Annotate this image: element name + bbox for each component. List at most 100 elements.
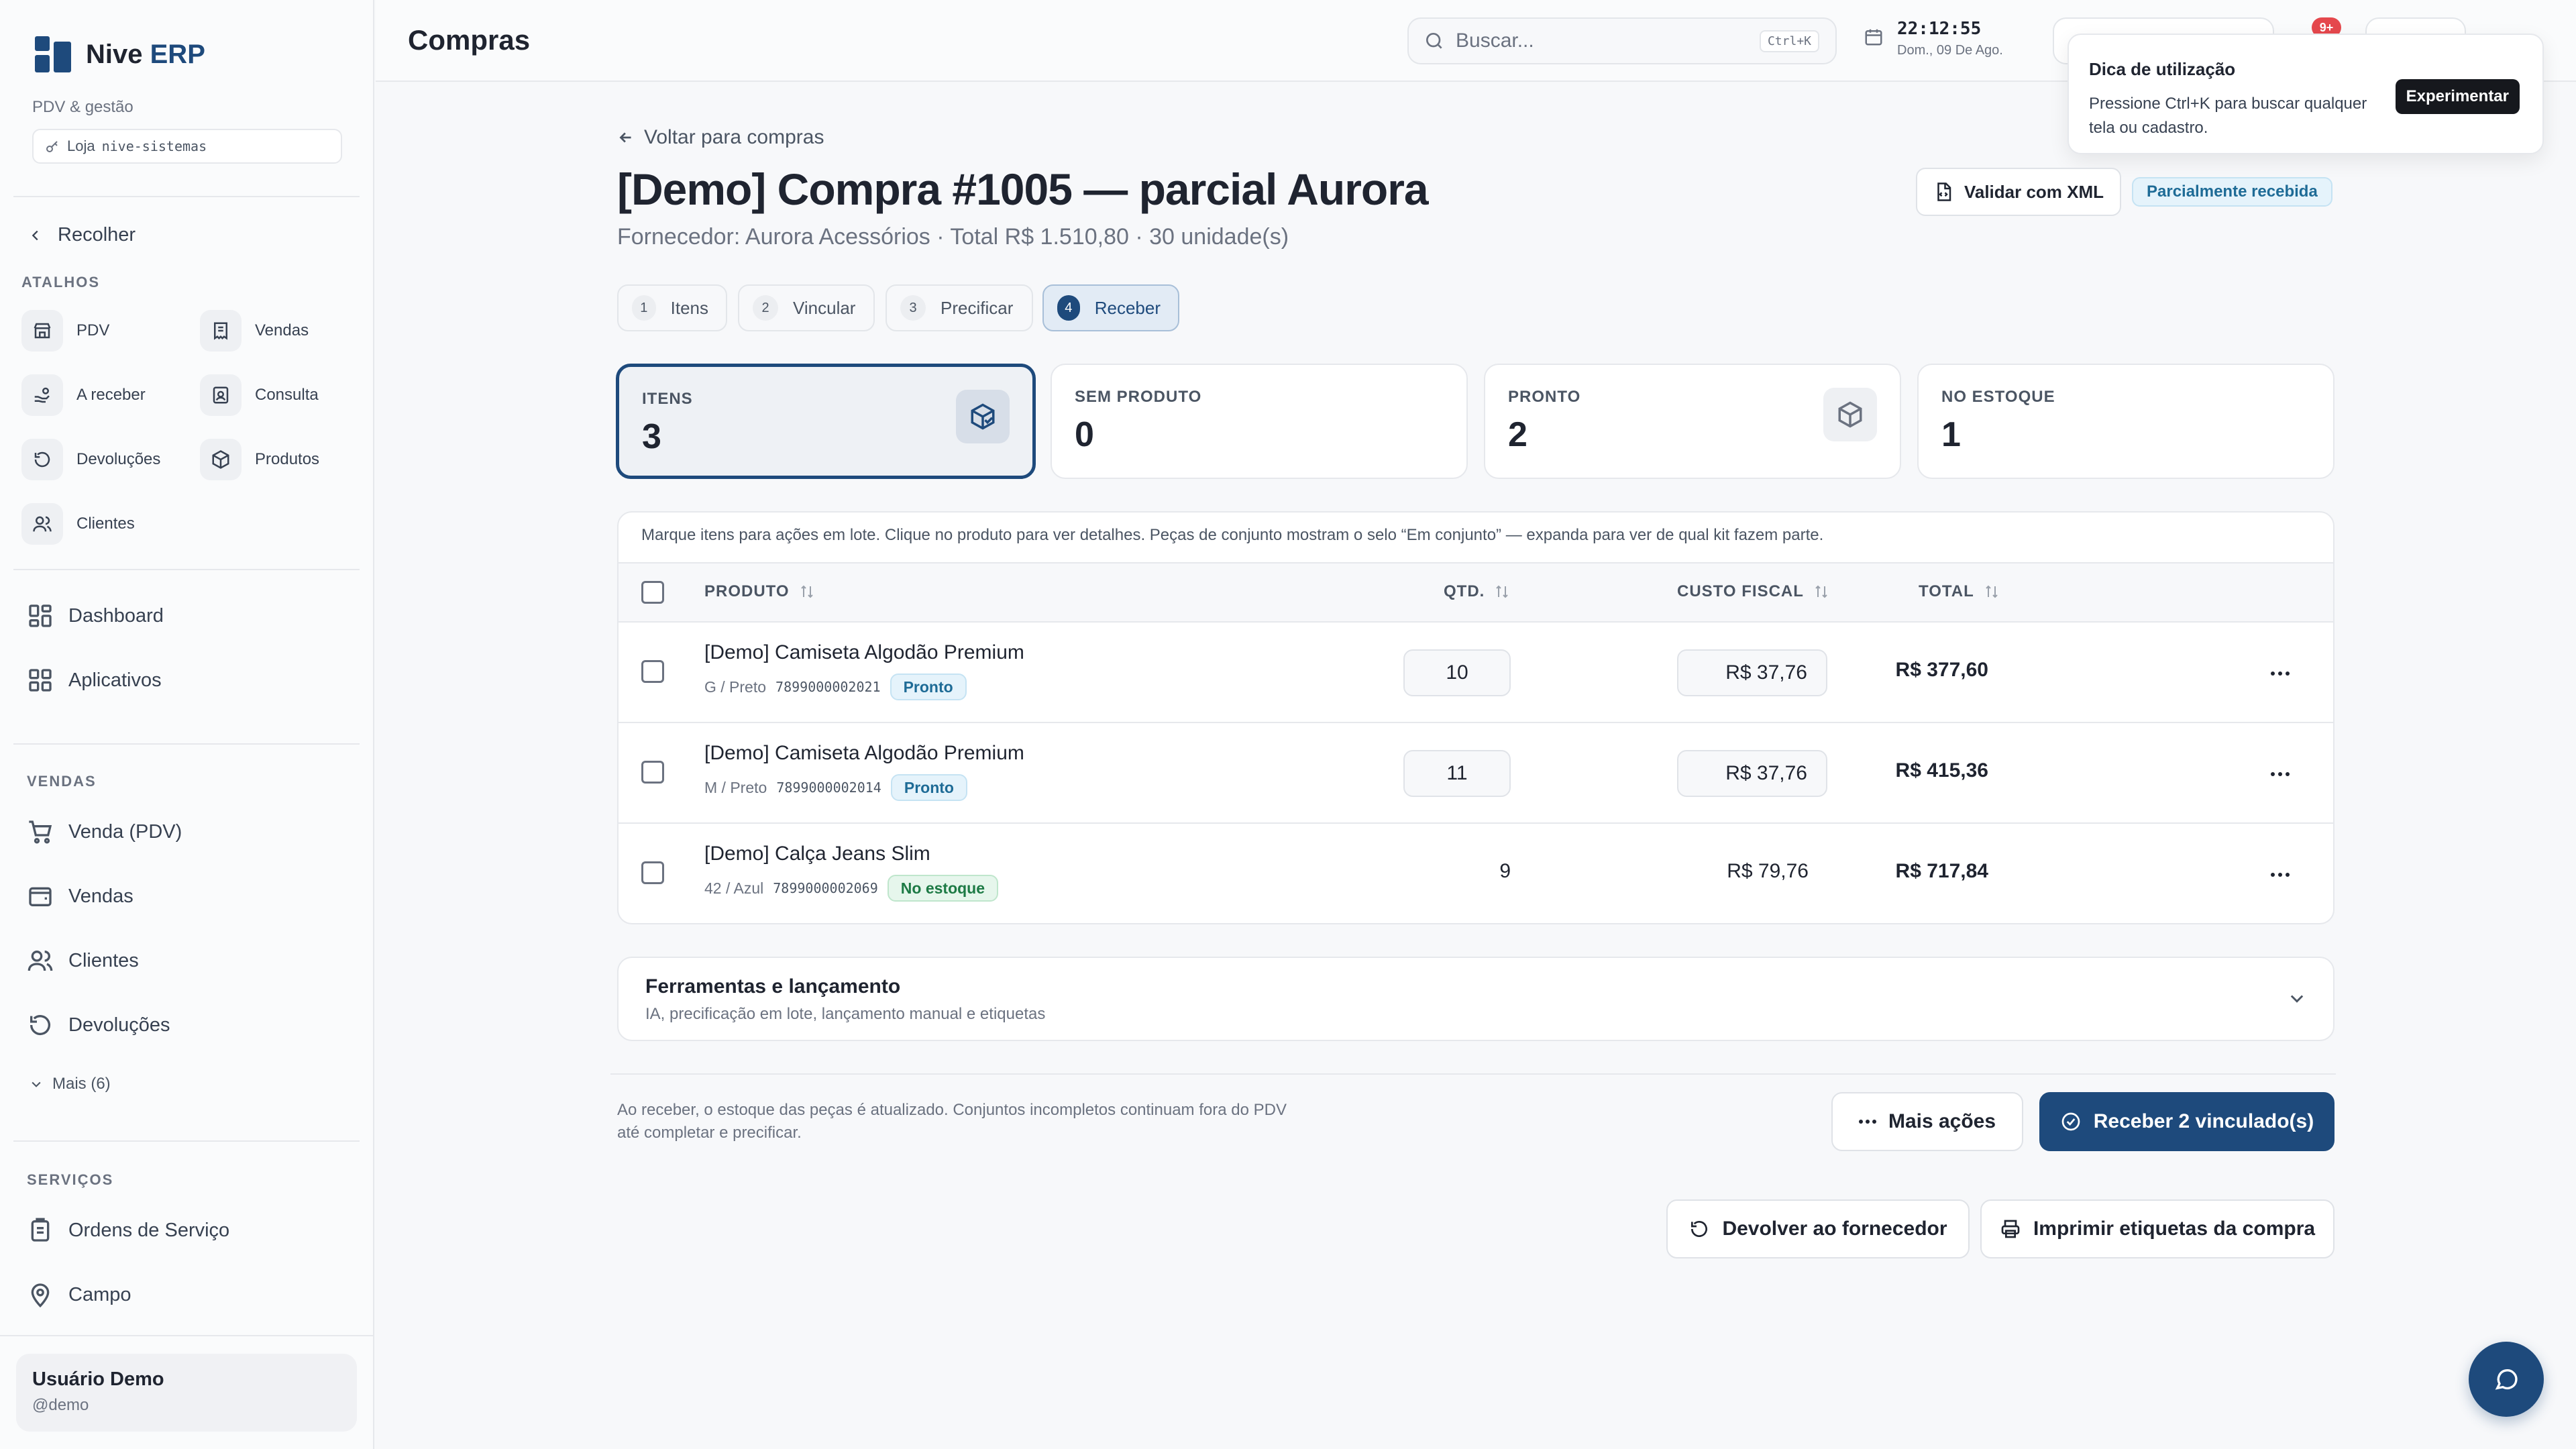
step-receber[interactable]: 4 Receber <box>1042 284 1179 331</box>
nav-vendas[interactable]: Vendas <box>27 883 133 910</box>
nav-campo[interactable]: Campo <box>27 1281 131 1308</box>
nav-devolucoes[interactable]: Devoluções <box>27 1012 170 1038</box>
return-to-supplier-button[interactable]: Devolver ao fornecedor <box>1666 1199 1970 1258</box>
chat-button[interactable] <box>2469 1342 2544 1417</box>
cost-input[interactable]: R$ 37,76 <box>1677 750 1827 797</box>
product-barcode: 7899000002069 <box>773 880 878 896</box>
store-icon <box>21 310 63 352</box>
shortcut-vendas[interactable]: Vendas <box>200 310 309 352</box>
receive-linked-button[interactable]: Receber 2 vinculado(s) <box>2039 1092 2334 1151</box>
more-label: Mais (6) <box>52 1075 111 1093</box>
table-header: PRODUTO QTD. CUSTO FISCAL TOTAL <box>619 562 2333 623</box>
map-pin-icon <box>27 1281 54 1308</box>
shortcuts-section-label: ATALHOS <box>21 274 101 290</box>
stat-value: 3 <box>642 417 661 456</box>
search-input[interactable]: Buscar... Ctrl+K <box>1407 17 1837 64</box>
col-qty-header[interactable]: QTD. <box>1444 582 1510 601</box>
collapse-sidebar-button[interactable]: Recolher <box>28 224 136 246</box>
tip-try-button[interactable]: Experimentar <box>2395 79 2520 114</box>
qty-input[interactable]: 11 <box>1403 750 1511 797</box>
step-number: 1 <box>632 295 656 321</box>
nav-dashboard[interactable]: Dashboard <box>27 602 164 629</box>
tools-accordion[interactable]: Ferramentas e lançamento IA, precificaçã… <box>617 957 2334 1041</box>
col-cost-header[interactable]: CUSTO FISCAL <box>1677 582 1829 601</box>
item-status-badge: Pronto <box>890 774 967 801</box>
more-items-toggle[interactable]: Mais (6) <box>30 1075 111 1093</box>
search-icon <box>1424 30 1445 52</box>
select-all-checkbox[interactable] <box>641 581 664 604</box>
more-horizontal-icon <box>1858 1119 1876 1124</box>
cost-input[interactable]: R$ 37,76 <box>1677 649 1827 696</box>
row-checkbox[interactable] <box>641 660 664 683</box>
nav-label: Clientes <box>68 949 139 971</box>
stat-card-sem-produto[interactable]: SEM PRODUTO 0 <box>1051 364 1468 479</box>
button-label: Receber 2 vinculado(s) <box>2093 1110 2314 1132</box>
nav-clientes[interactable]: Clientes <box>27 947 139 974</box>
table-hint: Marque itens para ações em lote. Clique … <box>641 526 1824 544</box>
button-label: Devolver ao fornecedor <box>1722 1218 1947 1240</box>
sales-section-label: VENDAS <box>27 773 97 790</box>
step-precificar[interactable]: 3 Precificar <box>885 284 1033 331</box>
user-name: Usuário Demo <box>32 1368 164 1390</box>
shortcut-a-receber[interactable]: A receber <box>21 374 146 416</box>
step-vincular[interactable]: 2 Vincular <box>738 284 875 331</box>
undo-circle-icon <box>21 439 63 480</box>
more-horizontal-icon[interactable] <box>2263 761 2297 788</box>
nav-ordens-servico[interactable]: Ordens de Serviço <box>27 1217 229 1244</box>
col-total-header[interactable]: TOTAL <box>1919 582 2000 601</box>
stat-value: 1 <box>1941 415 1961 454</box>
tools-subtitle: IA, precificação em lote, lançamento man… <box>645 1005 1046 1023</box>
id-card-icon <box>200 374 241 416</box>
undo-icon <box>1688 1218 1710 1240</box>
col-product-header[interactable]: PRODUTO <box>704 582 815 601</box>
chevron-down-icon <box>30 1077 43 1091</box>
row-checkbox[interactable] <box>641 761 664 784</box>
stat-card-pronto[interactable]: PRONTO 2 <box>1484 364 1901 479</box>
user-profile[interactable]: Usuário Demo @demo <box>16 1354 357 1432</box>
brand[interactable]: Nive ERP <box>34 35 205 74</box>
stat-label: SEM PRODUTO <box>1075 388 1202 406</box>
item-status-badge: Pronto <box>890 674 967 700</box>
store-selector[interactable]: Loja nive-sistemas <box>32 129 342 164</box>
stat-card-no-estoque[interactable]: NO ESTOQUE 1 <box>1917 364 2334 479</box>
nav-aplicativos[interactable]: Aplicativos <box>27 667 162 694</box>
nav-label: Venda (PDV) <box>68 820 182 843</box>
row-checkbox[interactable] <box>641 861 664 884</box>
shortcut-produtos[interactable]: Produtos <box>200 439 319 480</box>
more-actions-button[interactable]: Mais ações <box>1831 1092 2023 1151</box>
shortcut-label: PDV <box>76 321 110 339</box>
step-itens[interactable]: 1 Itens <box>617 284 727 331</box>
stat-label: NO ESTOQUE <box>1941 388 2055 406</box>
page-title: Compras <box>408 24 531 56</box>
validate-xml-button[interactable]: Validar com XML <box>1916 168 2121 216</box>
product-name[interactable]: [Demo] Camiseta Algodão Premium <box>704 641 1024 664</box>
product-name[interactable]: [Demo] Camiseta Algodão Premium <box>704 742 1024 765</box>
tip-popover: Dica de utilização Pressione Ctrl+K para… <box>2068 34 2544 154</box>
qty-input[interactable]: 10 <box>1403 649 1511 696</box>
grid-icon <box>27 602 54 629</box>
header-label: CUSTO FISCAL <box>1677 582 1804 600</box>
shortcut-devolucoes[interactable]: Devoluções <box>21 439 160 480</box>
wallet-icon <box>27 883 54 910</box>
step-number: 3 <box>900 295 926 321</box>
button-label: Imprimir etiquetas da compra <box>2033 1218 2316 1240</box>
user-handle: @demo <box>32 1396 89 1414</box>
product-meta: 42 / Azul 7899000002069 No estoque <box>704 875 999 902</box>
tools-title: Ferramentas e lançamento <box>645 975 901 998</box>
more-horizontal-icon[interactable] <box>2263 861 2297 888</box>
step-number: 4 <box>1057 295 1080 321</box>
shortcut-label: Vendas <box>255 321 309 339</box>
print-labels-button[interactable]: Imprimir etiquetas da compra <box>1980 1199 2334 1258</box>
product-name[interactable]: [Demo] Calça Jeans Slim <box>704 843 930 865</box>
shortcut-pdv[interactable]: PDV <box>21 310 109 352</box>
shortcut-consulta[interactable]: Consulta <box>200 374 319 416</box>
shortcut-clientes[interactable]: Clientes <box>21 503 135 545</box>
supplier-line: Fornecedor: Aurora Acessórios · Total R$… <box>617 224 1289 250</box>
stat-card-itens[interactable]: ITENS 3 <box>616 364 1036 479</box>
nav-venda-pdv[interactable]: Venda (PDV) <box>27 818 182 845</box>
arrow-left-icon <box>617 129 635 146</box>
logo-icon <box>34 35 72 74</box>
back-link[interactable]: Voltar para compras <box>617 126 824 149</box>
more-horizontal-icon[interactable] <box>2263 660 2297 687</box>
cost-value: R$ 79,76 <box>1727 860 1809 882</box>
